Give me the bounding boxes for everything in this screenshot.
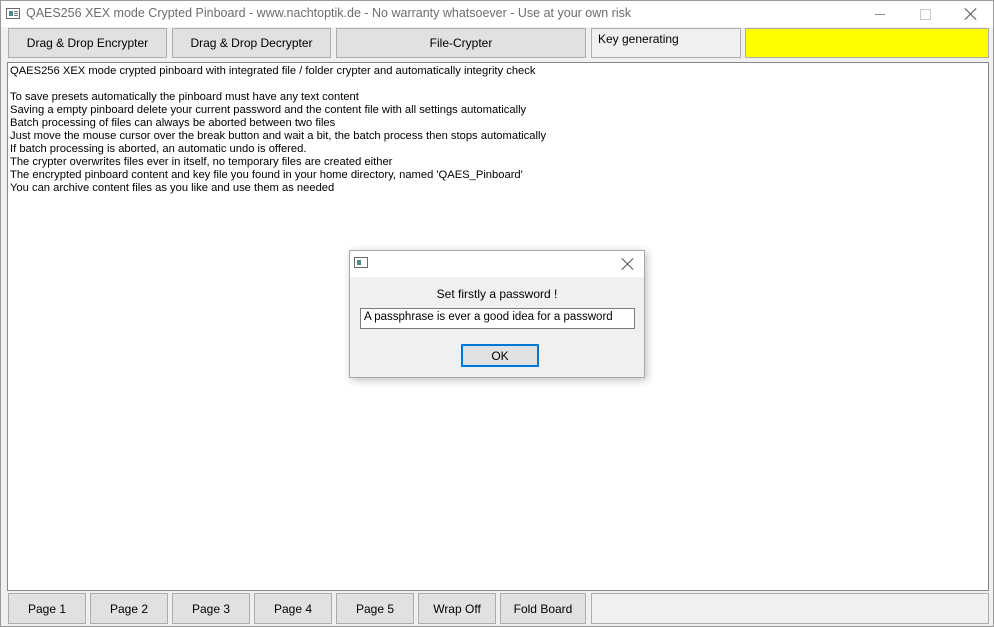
pinboard-line: To save presets automatically the pinboa…	[10, 91, 359, 103]
app-icon	[6, 8, 20, 19]
app-icon	[354, 257, 368, 268]
drag-drop-encrypter-button[interactable]: Drag & Drop Encrypter	[8, 28, 167, 58]
key-status-field: Key generating	[591, 28, 741, 58]
maximize-icon	[919, 8, 931, 20]
pinboard-line: The encrypted pinboard content and key f…	[10, 169, 523, 181]
wrap-toggle-button[interactable]: Wrap Off	[418, 593, 496, 624]
ok-button[interactable]: OK	[461, 344, 539, 367]
dialog-title-bar[interactable]	[350, 251, 644, 277]
minimize-button[interactable]	[857, 1, 903, 27]
file-crypter-button[interactable]: File-Crypter	[336, 28, 586, 58]
close-icon	[622, 258, 634, 270]
page-5-button[interactable]: Page 5	[336, 593, 414, 624]
page-4-button[interactable]: Page 4	[254, 593, 332, 624]
status-indicator	[745, 28, 989, 58]
pinboard-line: Just move the mouse cursor over the brea…	[10, 130, 547, 142]
pinboard-line: QAES256 XEX mode crypted pinboard with i…	[10, 65, 536, 77]
title-bar[interactable]: QAES256 XEX mode Crypted Pinboard - www.…	[1, 1, 993, 27]
close-button[interactable]	[948, 1, 994, 27]
page-2-button[interactable]: Page 2	[90, 593, 168, 624]
window-title: QAES256 XEX mode Crypted Pinboard - www.…	[26, 6, 632, 20]
password-input[interactable]: A passphrase is ever a good idea for a p…	[360, 308, 635, 329]
pinboard-line: The crypter overwrites files ever in its…	[10, 156, 393, 168]
page-1-button[interactable]: Page 1	[8, 593, 86, 624]
close-icon	[965, 8, 977, 20]
minimize-icon	[875, 13, 885, 15]
maximize-button[interactable]	[902, 1, 948, 27]
dialog-message: Set firstly a password !	[436, 287, 558, 301]
page-3-button[interactable]: Page 3	[172, 593, 250, 624]
pinboard-line: If batch processing is aborted, an autom…	[10, 143, 307, 155]
pinboard-line: Saving a empty pinboard delete your curr…	[10, 104, 527, 116]
pinboard-line: You can archive content files as you lik…	[10, 182, 335, 194]
pinboard-line: Batch processing of files can always be …	[10, 117, 336, 129]
drag-drop-decrypter-button[interactable]: Drag & Drop Decrypter	[172, 28, 331, 58]
fold-board-button[interactable]: Fold Board	[500, 593, 586, 624]
pinboard-line	[10, 78, 986, 91]
dialog-close-button[interactable]	[618, 255, 638, 273]
password-dialog: Set firstly a password ! A passphrase is…	[349, 250, 645, 378]
status-field	[591, 593, 989, 624]
